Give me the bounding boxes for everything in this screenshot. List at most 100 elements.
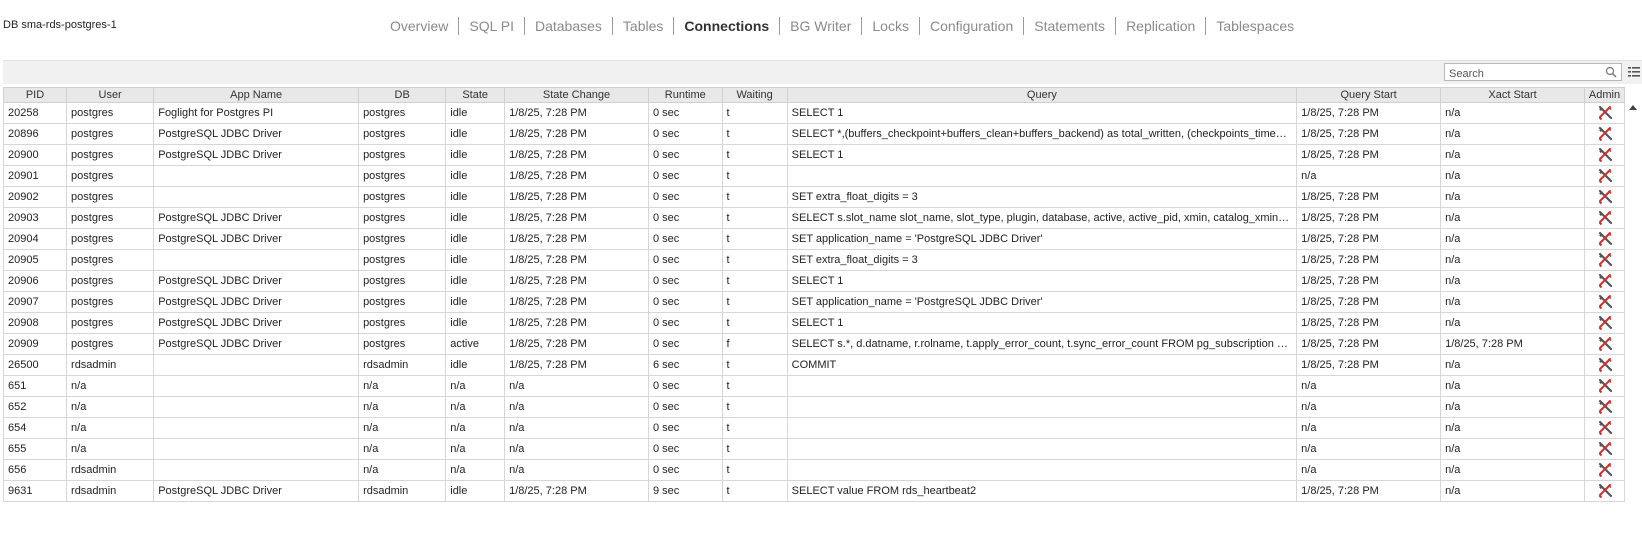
cell-xact-start: n/a xyxy=(1440,165,1586,187)
column-header-runtime[interactable]: Runtime xyxy=(648,87,723,103)
kill-session-icon[interactable] xyxy=(1597,399,1613,415)
kill-session-icon[interactable] xyxy=(1597,210,1613,226)
tab-overview[interactable]: Overview xyxy=(384,17,460,35)
tab-connections[interactable]: Connections xyxy=(674,17,781,35)
cell-user: postgres xyxy=(66,102,155,124)
cell-app xyxy=(153,396,360,418)
cell-user: postgres xyxy=(66,312,155,334)
tab-databases[interactable]: Databases xyxy=(525,17,613,35)
kill-session-icon[interactable] xyxy=(1597,441,1613,457)
kill-session-icon[interactable] xyxy=(1597,336,1613,352)
tab-configuration[interactable]: Configuration xyxy=(920,17,1025,35)
cell-pid: 20908 xyxy=(3,312,68,334)
tab-locks[interactable]: Locks xyxy=(862,17,920,35)
cell-admin xyxy=(1584,333,1625,355)
column-header-query[interactable]: Query xyxy=(786,87,1298,103)
table-row[interactable]: 20896 postgres PostgreSQL JDBC Driver postg… xyxy=(3,123,1625,145)
cell-runtime: 0 sec xyxy=(648,207,723,229)
table-row[interactable]: 20900 postgres PostgreSQL JDBC Driver postg… xyxy=(3,144,1625,166)
table-row[interactable]: 20904 postgres PostgreSQL JDBC Driver postg… xyxy=(3,228,1625,250)
tab-bg-writer[interactable]: BG Writer xyxy=(780,17,863,35)
cell-query: SET extra_float_digits = 3 xyxy=(786,186,1298,208)
cell-user: postgres xyxy=(66,291,155,313)
cell-state-change: 1/8/25, 7:28 PM xyxy=(504,102,649,124)
tab-tables[interactable]: Tables xyxy=(613,17,675,35)
cell-app: PostgreSQL JDBC Driver xyxy=(153,480,360,502)
search-input[interactable] xyxy=(1445,66,1603,82)
kill-session-icon[interactable] xyxy=(1597,273,1613,289)
cell-db: postgres xyxy=(358,207,447,229)
column-header-app-name[interactable]: App Name xyxy=(153,87,360,103)
cell-app: PostgreSQL JDBC Driver xyxy=(153,312,360,334)
cell-admin xyxy=(1584,459,1625,481)
kill-session-icon[interactable] xyxy=(1597,462,1613,478)
cell-state-change: 1/8/25, 7:28 PM xyxy=(504,291,649,313)
cell-state-change: 1/8/25, 7:28 PM xyxy=(504,123,649,145)
kill-session-icon[interactable] xyxy=(1597,252,1613,268)
cell-user: postgres xyxy=(66,165,155,187)
table-row[interactable]: 20902 postgres postgres idle 1/8/25, 7:28 PM… xyxy=(3,186,1625,208)
kill-session-icon[interactable] xyxy=(1597,231,1613,247)
kill-session-icon[interactable] xyxy=(1597,105,1613,121)
kill-session-icon[interactable] xyxy=(1597,168,1613,184)
tab-tablespaces[interactable]: Tablespaces xyxy=(1206,17,1304,35)
column-settings-icon[interactable] xyxy=(1627,65,1641,79)
table-row[interactable]: 20901 postgres postgres idle 1/8/25, 7:28 PM… xyxy=(3,165,1625,187)
cell-db: postgres xyxy=(358,165,447,187)
table-row[interactable]: 20908 postgres PostgreSQL JDBC Driver postg… xyxy=(3,312,1625,334)
column-header-waiting[interactable]: Waiting xyxy=(721,87,788,103)
cell-query xyxy=(786,165,1298,187)
kill-session-icon[interactable] xyxy=(1597,378,1613,394)
column-header-state[interactable]: State xyxy=(445,87,506,103)
table-row[interactable]: 652 n/a n/a n/a n/a 0 sec t n/a n/a xyxy=(3,396,1625,418)
kill-session-icon[interactable] xyxy=(1597,315,1613,331)
kill-session-icon[interactable] xyxy=(1597,483,1613,499)
table-row[interactable]: 20907 postgres PostgreSQL JDBC Driver postg… xyxy=(3,291,1625,313)
table-row[interactable]: 20909 postgres PostgreSQL JDBC Driver postg… xyxy=(3,333,1625,355)
scroll-up-arrow-icon[interactable] xyxy=(1629,105,1637,110)
column-header-query-start[interactable]: Query Start xyxy=(1296,87,1442,103)
table-row[interactable]: 20905 postgres postgres idle 1/8/25, 7:28 PM… xyxy=(3,249,1625,271)
table-row[interactable]: 656 rdsadmin n/a n/a n/a 0 sec t n/a n/a xyxy=(3,459,1625,481)
kill-session-icon[interactable] xyxy=(1597,357,1613,373)
cell-pid: 20902 xyxy=(3,186,68,208)
table-row[interactable]: 26500 rdsadmin rdsadmin idle 1/8/25, 7:28 PM… xyxy=(3,354,1625,376)
kill-session-icon[interactable] xyxy=(1597,294,1613,310)
cell-runtime: 0 sec xyxy=(648,333,723,355)
search-icon[interactable] xyxy=(1605,66,1617,78)
tab-statements[interactable]: Statements xyxy=(1024,17,1117,35)
cell-query: SELECT s.slot_name slot_name, slot_type,… xyxy=(786,207,1298,229)
kill-session-icon[interactable] xyxy=(1597,147,1613,163)
cell-app xyxy=(153,186,360,208)
cell-waiting: t xyxy=(721,438,788,460)
column-header-admin[interactable]: Admin xyxy=(1584,87,1625,103)
column-header-xact-start[interactable]: Xact Start xyxy=(1440,87,1586,103)
tab-replication[interactable]: Replication xyxy=(1116,17,1207,35)
table-row[interactable]: 655 n/a n/a n/a n/a 0 sec t n/a n/a xyxy=(3,438,1625,460)
cell-state: idle xyxy=(445,165,506,187)
column-header-db[interactable]: DB xyxy=(358,87,447,103)
table-row[interactable]: 20903 postgres PostgreSQL JDBC Driver postg… xyxy=(3,207,1625,229)
search-box[interactable] xyxy=(1444,63,1622,82)
table-row[interactable]: 651 n/a n/a n/a n/a 0 sec t n/a n/a xyxy=(3,375,1625,397)
tab-sql-pi[interactable]: SQL PI xyxy=(459,17,525,35)
cell-user: postgres xyxy=(66,333,155,355)
kill-session-icon[interactable] xyxy=(1597,189,1613,205)
table-row[interactable]: 654 n/a n/a n/a n/a 0 sec t n/a n/a xyxy=(3,417,1625,439)
cell-db: postgres xyxy=(358,228,447,250)
cell-waiting: t xyxy=(721,375,788,397)
column-header-pid[interactable]: PID xyxy=(3,87,68,103)
table-row[interactable]: 20258 postgres Foglight for Postgres PI pos… xyxy=(3,102,1625,124)
table-row[interactable]: 9631 rdsadmin PostgreSQL JDBC Driver rdsadm… xyxy=(3,480,1625,502)
cell-query-start: n/a xyxy=(1296,396,1442,418)
table-row[interactable]: 20906 postgres PostgreSQL JDBC Driver postg… xyxy=(3,270,1625,292)
cell-xact-start: n/a xyxy=(1440,438,1586,460)
kill-session-icon[interactable] xyxy=(1597,420,1613,436)
cell-query-start: n/a xyxy=(1296,165,1442,187)
kill-session-icon[interactable] xyxy=(1597,126,1613,142)
cell-state-change: n/a xyxy=(504,417,649,439)
column-header-user[interactable]: User xyxy=(66,87,155,103)
vertical-scrollbar[interactable] xyxy=(1625,103,1642,515)
cell-state-change: 1/8/25, 7:28 PM xyxy=(504,270,649,292)
column-header-state-change[interactable]: State Change xyxy=(504,87,649,103)
